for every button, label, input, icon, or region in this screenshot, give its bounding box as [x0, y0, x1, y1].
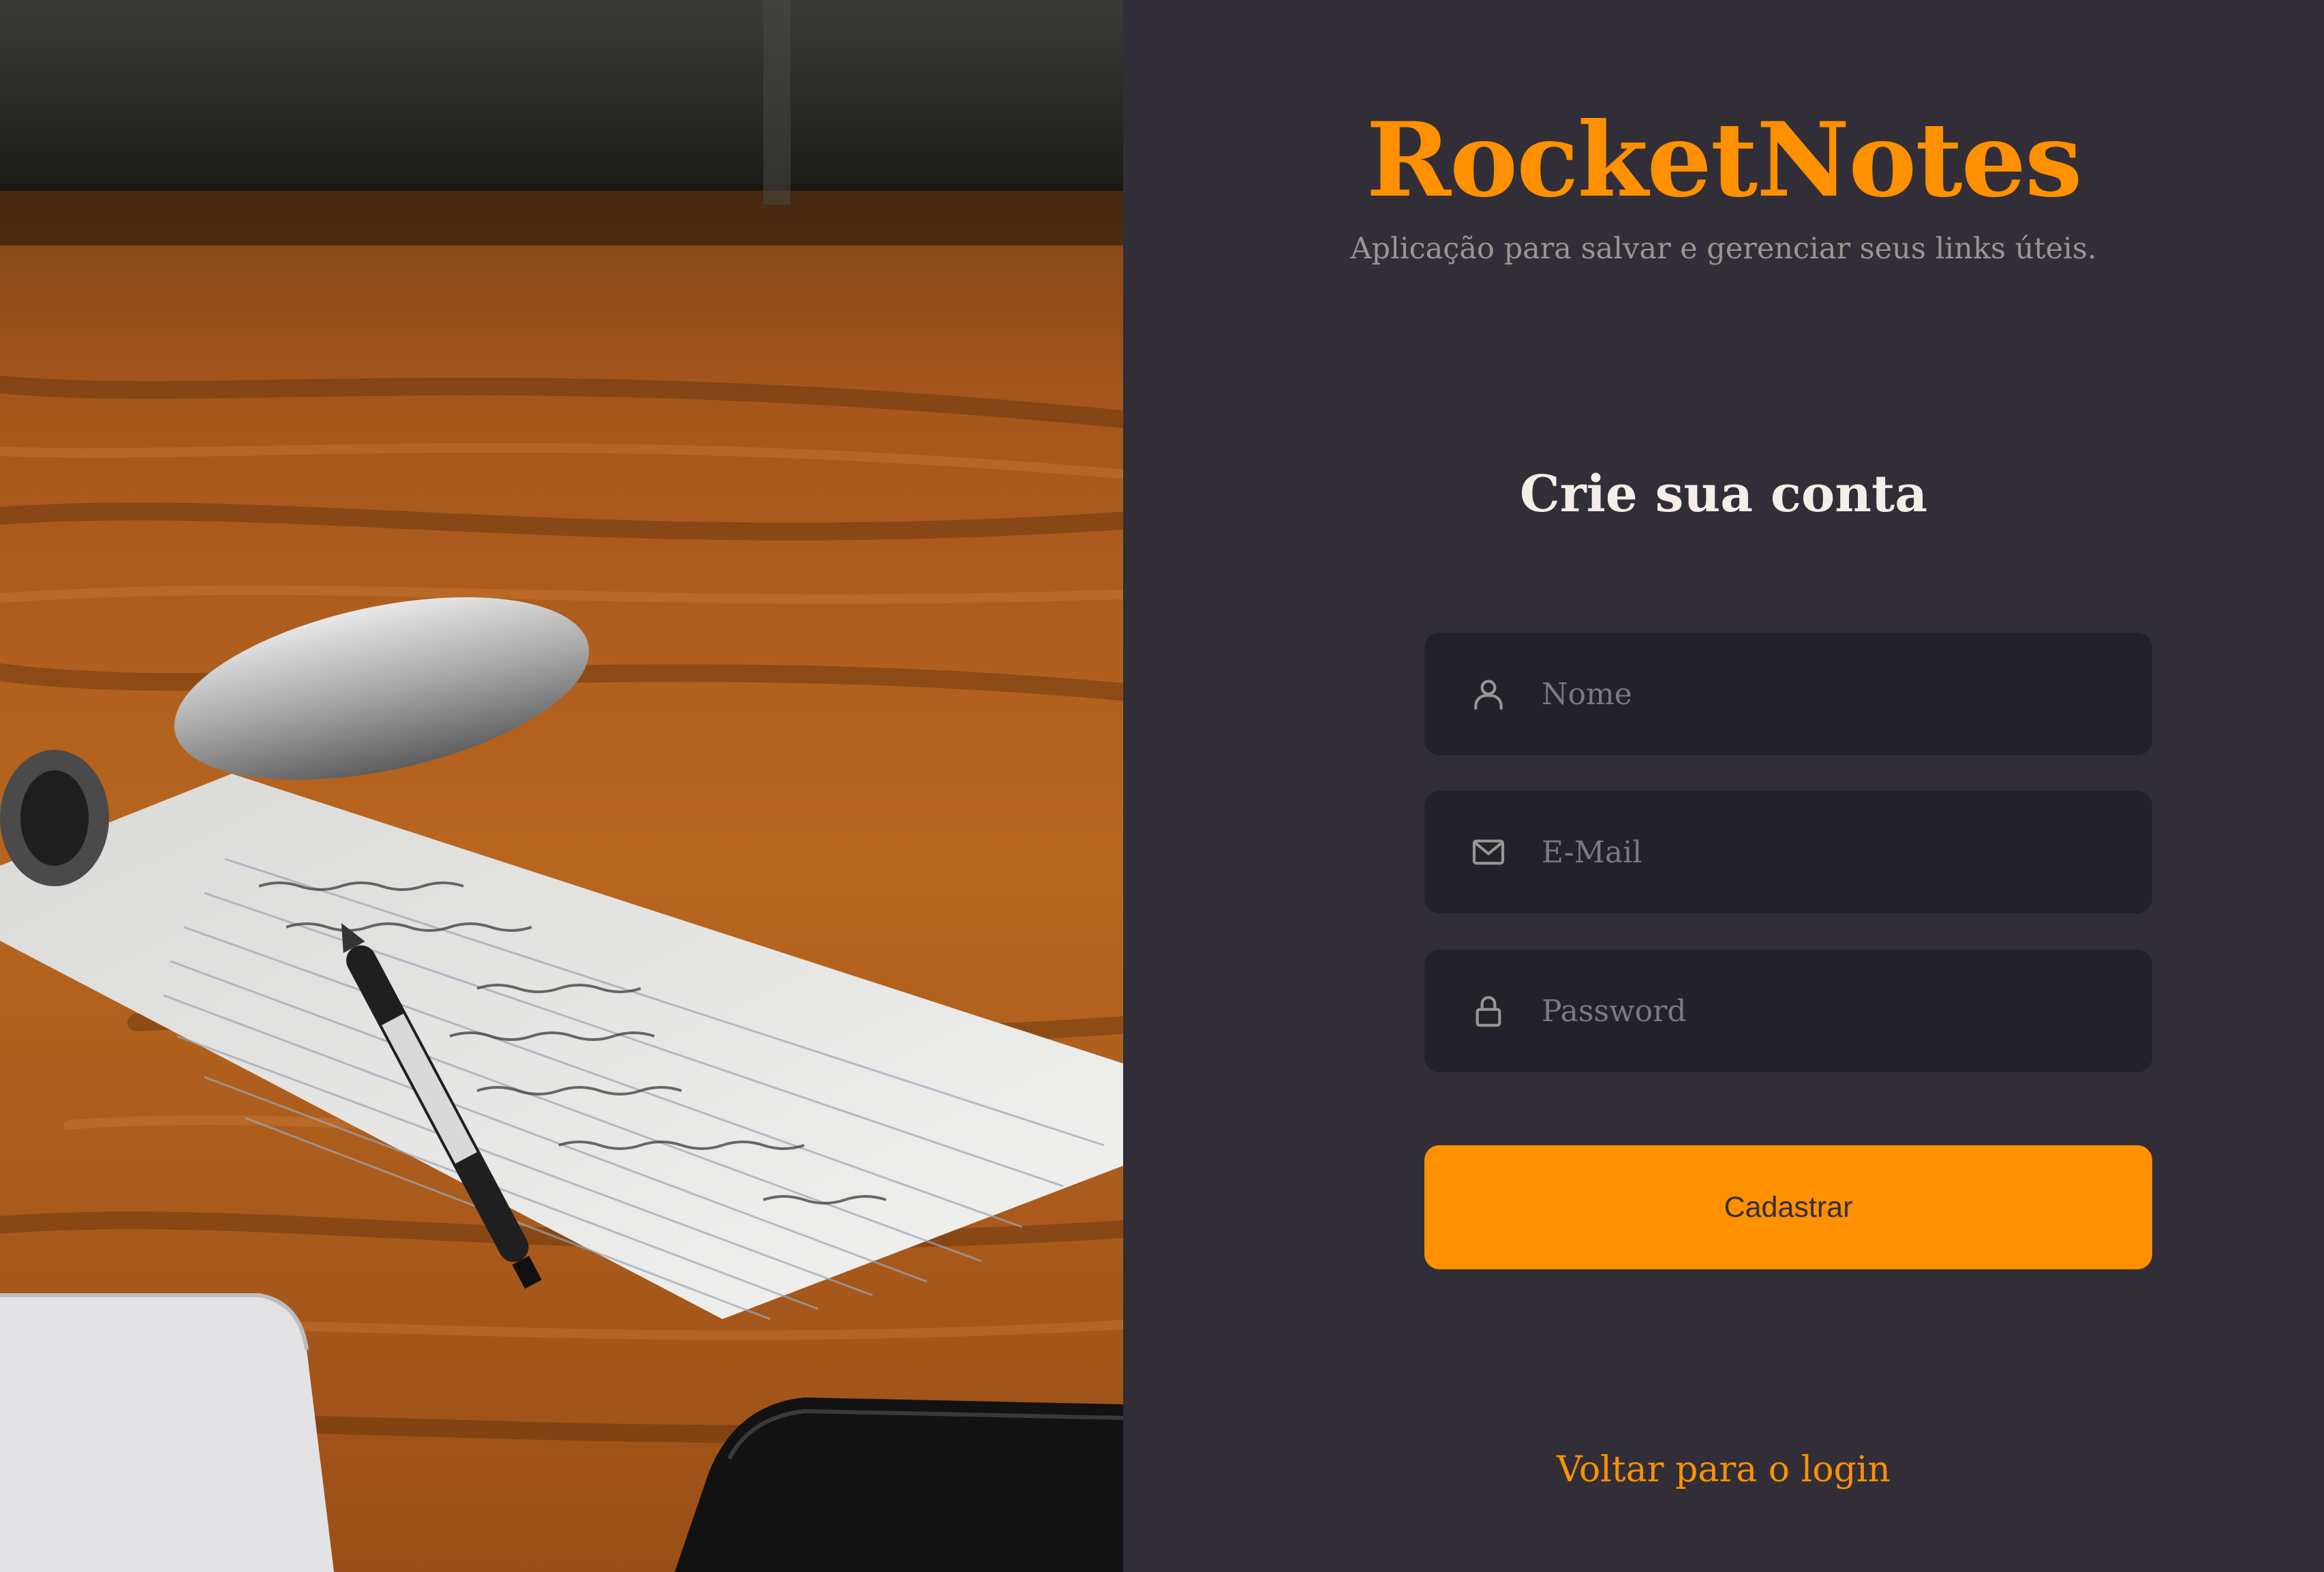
signup-page: RocketNotes Aplicação para salvar e gere…: [0, 0, 2324, 1572]
form-heading: Crie sua conta: [1519, 465, 1928, 524]
email-field[interactable]: [1424, 791, 2152, 913]
background-photo: [0, 0, 1123, 1572]
name-field[interactable]: [1424, 633, 2152, 755]
mail-icon: [1469, 833, 1508, 871]
brand-title: RocketNotes: [1366, 100, 2082, 220]
email-input[interactable]: [1542, 791, 2128, 913]
lock-icon: [1469, 992, 1508, 1030]
password-input[interactable]: [1542, 950, 2128, 1072]
signup-panel: RocketNotes Aplicação para salvar e gere…: [1123, 0, 2324, 1572]
brand-subtitle: Aplicação para salvar e gerenciar seus l…: [1350, 232, 2097, 266]
password-field[interactable]: [1424, 950, 2152, 1072]
submit-button[interactable]: Cadastrar: [1424, 1145, 2152, 1269]
user-icon: [1469, 675, 1508, 713]
name-input[interactable]: [1542, 633, 2128, 755]
back-to-login-link[interactable]: Voltar para o login: [1123, 1445, 2324, 1494]
